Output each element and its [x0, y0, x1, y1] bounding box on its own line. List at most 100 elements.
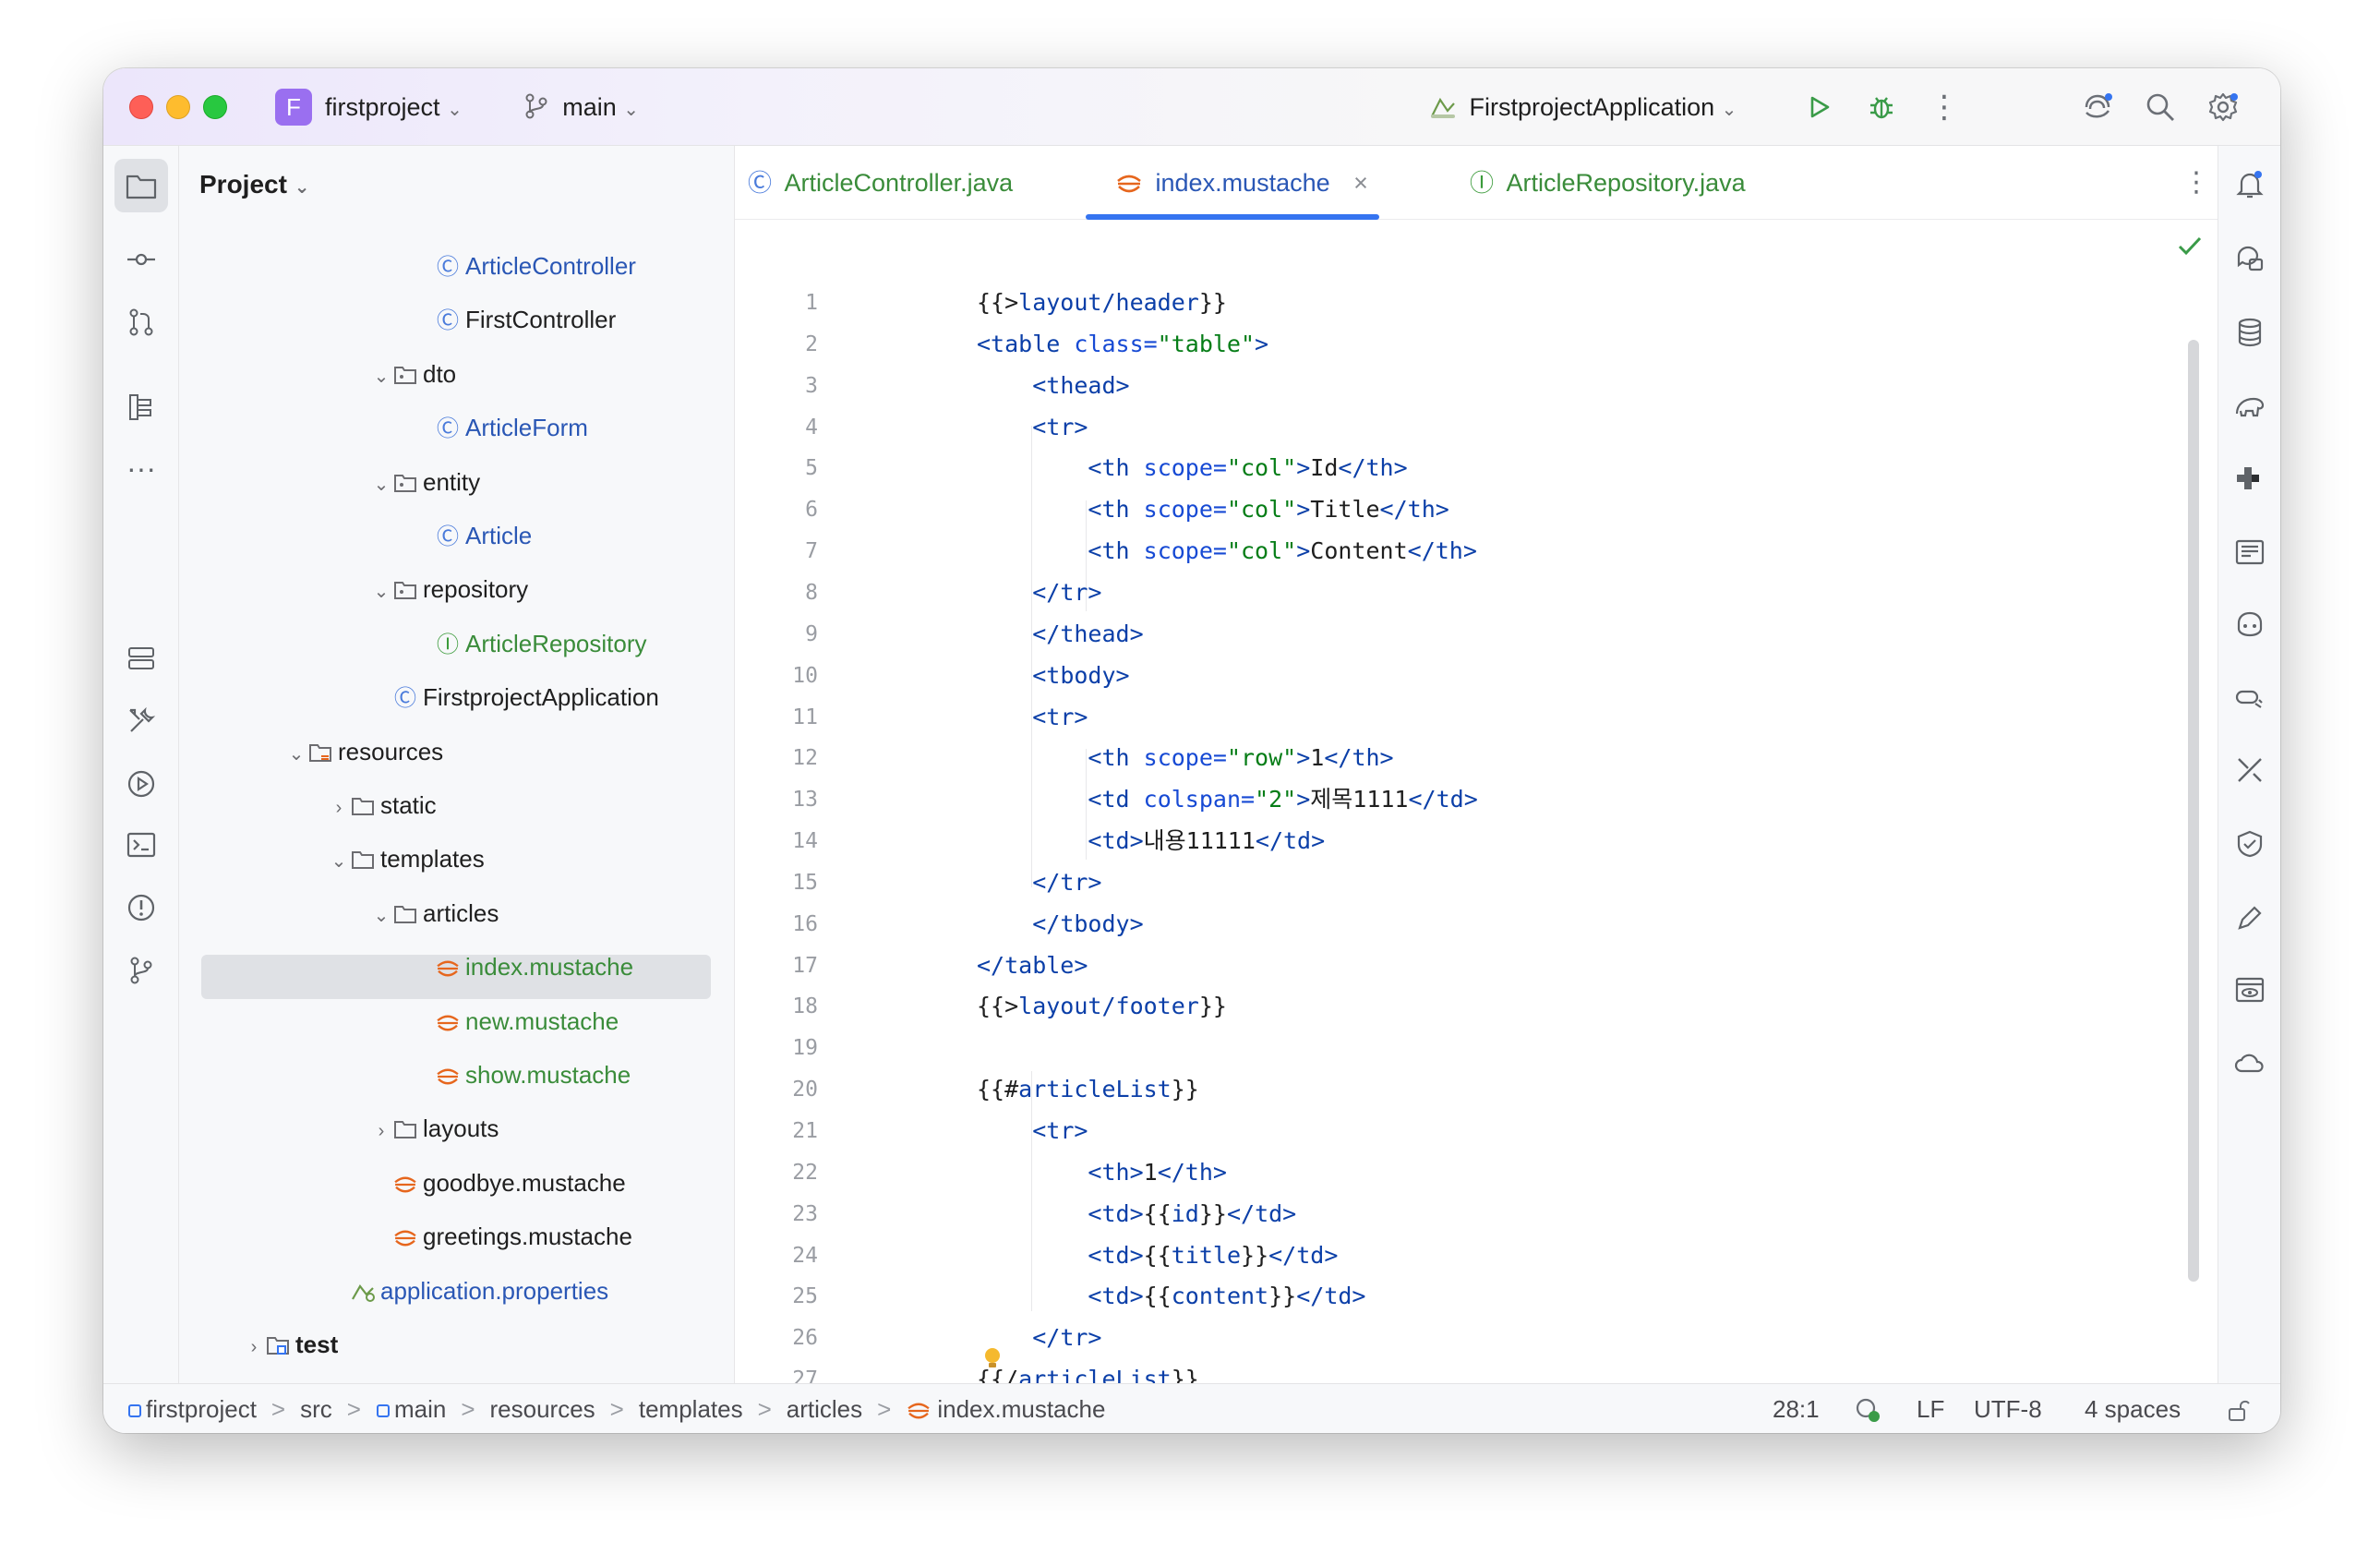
line-ending[interactable]: LF: [1917, 1384, 1944, 1433]
project-view-selector[interactable]: Project ⌄: [199, 170, 309, 199]
folder-icon: [391, 1108, 419, 1149]
line-number: 23: [792, 1201, 818, 1226]
tree-item[interactable]: Ⓒ ArticleForm: [414, 407, 588, 448]
database-icon[interactable]: [2228, 310, 2272, 355]
breadcrumb-item[interactable]: firstproject: [146, 1395, 257, 1423]
tree-item[interactable]: › test: [244, 1324, 339, 1367]
services-icon[interactable]: [114, 632, 168, 685]
chevron-down-icon[interactable]: ⌄: [371, 464, 391, 505]
code-line: <tr>: [977, 1111, 1088, 1151]
tab-index-mustache[interactable]: index.mustache ×: [1115, 146, 1368, 220]
build-tools-icon[interactable]: [114, 694, 168, 748]
tree-item-label: repository: [423, 575, 529, 604]
more-actions-icon[interactable]: ⋮: [1924, 87, 1965, 127]
caret-position[interactable]: 28:1: [1773, 1384, 1820, 1433]
breadcrumb-item[interactable]: resources: [490, 1395, 595, 1423]
tree-item[interactable]: Ⓒ FirstprojectApplication: [371, 677, 659, 717]
lightbulb-icon[interactable]: [982, 1346, 1003, 1375]
tree-item[interactable]: ⌄ entity: [371, 462, 481, 505]
search-icon[interactable]: [2140, 87, 2181, 127]
endpoints-icon[interactable]: [2228, 676, 2272, 720]
chevron-down-icon[interactable]: ⌄: [371, 572, 391, 612]
tree-item[interactable]: application.properties: [329, 1271, 608, 1311]
debug-icon[interactable]: [1861, 87, 1902, 127]
cloud-icon[interactable]: [2228, 1042, 2272, 1086]
chevron-down-icon[interactable]: ⌄: [371, 896, 391, 936]
code-token: {{#: [977, 1076, 1019, 1103]
tree-item[interactable]: greetings.mustache: [371, 1216, 632, 1257]
breadcrumb-item[interactable]: templates: [639, 1395, 743, 1423]
breadcrumb-item[interactable]: index.mustache: [937, 1395, 1105, 1423]
tree-item[interactable]: goodbye.mustache: [371, 1162, 626, 1203]
gradle-elephant-icon[interactable]: [2228, 384, 2272, 428]
breadcrumb-item[interactable]: src: [300, 1395, 332, 1423]
tree-item[interactable]: Ⓒ Article: [414, 515, 532, 556]
project-badge[interactable]: F: [275, 89, 312, 126]
tree-item[interactable]: › layouts: [371, 1108, 499, 1149]
tab-more-icon[interactable]: ⋮: [2182, 146, 2210, 220]
pull-requests-icon[interactable]: [114, 295, 168, 349]
notifications-bell-icon[interactable]: [2228, 163, 2272, 207]
tree-item[interactable]: show.mustache: [414, 1054, 631, 1095]
mustache-icon: [906, 1395, 937, 1423]
file-encoding[interactable]: UTF-8: [1974, 1384, 2042, 1433]
more-tools-icon[interactable]: ···: [114, 441, 168, 495]
chevron-right-icon[interactable]: ›: [244, 1327, 264, 1367]
close-window-button[interactable]: [129, 95, 153, 119]
code-token: }}: [1198, 289, 1227, 316]
tree-item-label: resources: [338, 737, 444, 765]
breadcrumb-item[interactable]: main: [394, 1395, 446, 1423]
project-folder-icon[interactable]: [114, 159, 168, 212]
ai-assistant-icon[interactable]: [2077, 87, 2118, 127]
chevron-right-icon[interactable]: ›: [371, 1111, 391, 1151]
structure-icon[interactable]: [114, 380, 168, 434]
tree-item[interactable]: ⌄ templates: [329, 838, 485, 879]
read-only-lock-icon[interactable]: [2227, 1384, 2251, 1433]
maximize-window-button[interactable]: [203, 95, 227, 119]
minimize-window-button[interactable]: [166, 95, 190, 119]
tab-close-icon[interactable]: ×: [1353, 169, 1368, 197]
problems-icon[interactable]: [114, 881, 168, 934]
tree-item[interactable]: ⌄ dto: [371, 354, 457, 397]
tools-icon[interactable]: [2228, 748, 2272, 792]
chevron-right-icon[interactable]: ›: [329, 788, 349, 828]
no-problems-check-icon[interactable]: [2177, 235, 2203, 261]
vertical-scrollbar[interactable]: [2188, 340, 2199, 1282]
ai-status-icon[interactable]: [1854, 1384, 1881, 1433]
tree-item[interactable]: Ⓒ ArticleController: [414, 246, 636, 286]
copilot-icon[interactable]: [2228, 602, 2272, 646]
run-icon[interactable]: [1798, 87, 1839, 127]
commit-icon[interactable]: [114, 233, 168, 286]
edit-pen-icon[interactable]: [2228, 896, 2272, 940]
tree-item[interactable]: new.mustache: [414, 1001, 619, 1042]
git-icon[interactable]: [114, 944, 168, 997]
branch-switcher[interactable]: main ⌄: [524, 90, 639, 126]
tree-item[interactable]: Ⓒ FirstController: [414, 299, 616, 340]
coverage-icon[interactable]: [2228, 822, 2272, 866]
tree-item[interactable]: ⌄ articles: [371, 893, 499, 934]
terminal-icon[interactable]: [114, 818, 168, 872]
tree-item[interactable]: › static: [329, 785, 437, 825]
log-viewer-icon[interactable]: [2228, 530, 2272, 574]
chevron-down-icon[interactable]: ⌄: [286, 734, 307, 775]
tab-article-repository[interactable]: Ⓘ ArticleRepository.java: [1470, 146, 1746, 220]
run-services-icon[interactable]: [114, 757, 168, 811]
right-tool-strip: [2218, 146, 2280, 1383]
tree-item[interactable]: ⌄ resources: [286, 731, 444, 775]
breadcrumb-item[interactable]: articles: [787, 1395, 862, 1423]
run-config-selector[interactable]: FirstprojectApplication ⌄: [1429, 90, 1737, 126]
tab-article-controller[interactable]: Ⓒ ArticleController.java: [748, 146, 1013, 220]
chevron-down-icon[interactable]: ⌄: [329, 841, 349, 882]
tree-item[interactable]: index.mustache: [414, 946, 633, 987]
tree-item[interactable]: ⌄ repository: [371, 569, 529, 612]
chevron-down-icon[interactable]: ⌄: [371, 356, 391, 397]
tree-item[interactable]: Ⓘ ArticleRepository: [414, 623, 647, 664]
indent-setting[interactable]: 4 spaces: [2085, 1384, 2181, 1433]
settings-gear-icon[interactable]: [2203, 87, 2243, 127]
plugin-icon[interactable]: [2228, 456, 2272, 500]
project-switcher[interactable]: firstproject ⌄: [325, 90, 463, 126]
ai-chat-icon[interactable]: [2228, 236, 2272, 281]
preview-icon[interactable]: [2228, 968, 2272, 1012]
